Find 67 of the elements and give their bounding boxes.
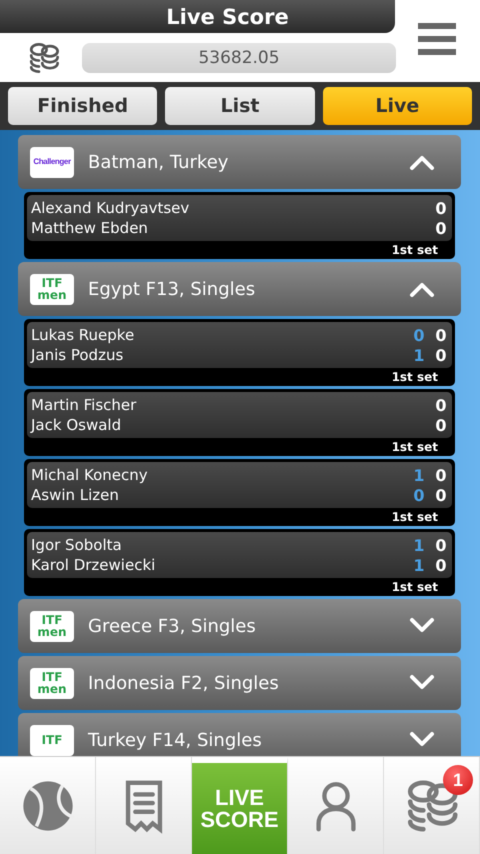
game-score: 0 [434, 466, 448, 484]
tournament-header[interactable]: Challenger Batman, Turkey [18, 135, 461, 189]
set-label: 1st set [392, 369, 439, 384]
game-score: 0 [434, 326, 448, 344]
set-label: 1st set [392, 439, 439, 454]
notification-badge: 1 [443, 765, 473, 795]
nav-tab[interactable] [288, 757, 384, 854]
tournament-name: Turkey F14, Singles [88, 730, 263, 750]
match-card[interactable]: Martin Fischer 0 Jack Oswald 0 1st set [24, 389, 455, 456]
chevron-down-icon[interactable] [409, 617, 435, 635]
tournament-header[interactable]: ITF men Greece F3, Singles [18, 599, 461, 653]
balance-field: 53682.05 [82, 42, 396, 72]
player-name: Janis Podzus [31, 346, 124, 364]
game-score: 0 [434, 218, 448, 238]
chevron-up-icon[interactable] [409, 153, 435, 171]
player-name: Alexand Kudryavtsev [31, 199, 190, 217]
point-score: 1 [412, 346, 426, 364]
point-score: 1 [412, 536, 426, 554]
player-name: Martin Fischer [31, 396, 138, 414]
nav-tab[interactable] [0, 757, 96, 854]
tournament-name: Egypt F13, Singles [88, 278, 256, 300]
tournament-logo: ITF men [30, 668, 74, 698]
tournament-logo: ITF men [30, 274, 74, 304]
player-name: Karol Drzewiecki [31, 556, 156, 574]
filter-tab[interactable]: Finished [8, 87, 158, 125]
tournament-name: Indonesia F2, Singles [88, 672, 280, 694]
game-score: 0 [434, 416, 448, 434]
tournament-header[interactable]: ITF men Indonesia F2, Singles [18, 656, 461, 710]
set-label: 1st set [392, 509, 439, 524]
game-score: 0 [434, 346, 448, 364]
match-card[interactable]: Igor Sobolta 1 0 Karol Drzewiecki 1 0 1st set [24, 529, 455, 596]
point-score: 1 [412, 466, 426, 484]
nav-tab[interactable]: 1 [384, 757, 480, 854]
chevron-up-icon[interactable] [409, 280, 435, 298]
match-card[interactable]: Lukas Ruepke 0 0 Janis Podzus 1 0 1st set [24, 319, 455, 386]
game-score: 0 [434, 556, 448, 574]
tournament-header[interactable]: ITF men Egypt F13, Singles [18, 262, 461, 316]
tournament-header[interactable]: ITF Turkey F14, Singles [18, 713, 461, 756]
tournament-name: Batman, Turkey [88, 152, 230, 172]
match-card[interactable]: Alexand Kudryavtsev 0 Matthew Ebden 0 1st set [24, 192, 455, 259]
point-score: 1 [412, 556, 426, 574]
tournament-logo: ITF [30, 724, 74, 756]
tournament-logo: Challenger [30, 146, 74, 178]
player-name: Matthew Ebden [31, 219, 149, 237]
player-name: Jack Oswald [31, 416, 122, 434]
match-card[interactable]: Michal Konecny 1 0 Aswin Lizen 0 0 1st set [24, 459, 455, 526]
screen-title: Live Score [166, 4, 289, 28]
chevron-down-icon[interactable] [409, 731, 435, 749]
game-score: 0 [434, 396, 448, 414]
tournament-name: Greece F3, Singles [88, 616, 257, 636]
game-score: 0 [434, 536, 448, 554]
set-label: 1st set [392, 579, 439, 594]
menu-icon[interactable] [418, 23, 456, 55]
player-name: Michal Konecny [31, 466, 149, 484]
player-name: Lukas Ruepke [31, 326, 136, 344]
nav-tab[interactable] [96, 757, 192, 854]
filter-tab[interactable]: Live [322, 87, 472, 125]
game-score: 0 [434, 198, 448, 218]
player-name: Aswin Lizen [31, 486, 120, 504]
set-label: 1st set [392, 242, 439, 257]
point-score: 0 [412, 486, 426, 504]
tournament-logo: ITF men [30, 610, 74, 642]
point-score: 0 [412, 326, 426, 344]
filter-tab[interactable]: List [165, 87, 315, 125]
game-score: 0 [434, 486, 448, 504]
chevron-down-icon[interactable] [409, 674, 435, 692]
player-name: Igor Sobolta [31, 536, 123, 554]
